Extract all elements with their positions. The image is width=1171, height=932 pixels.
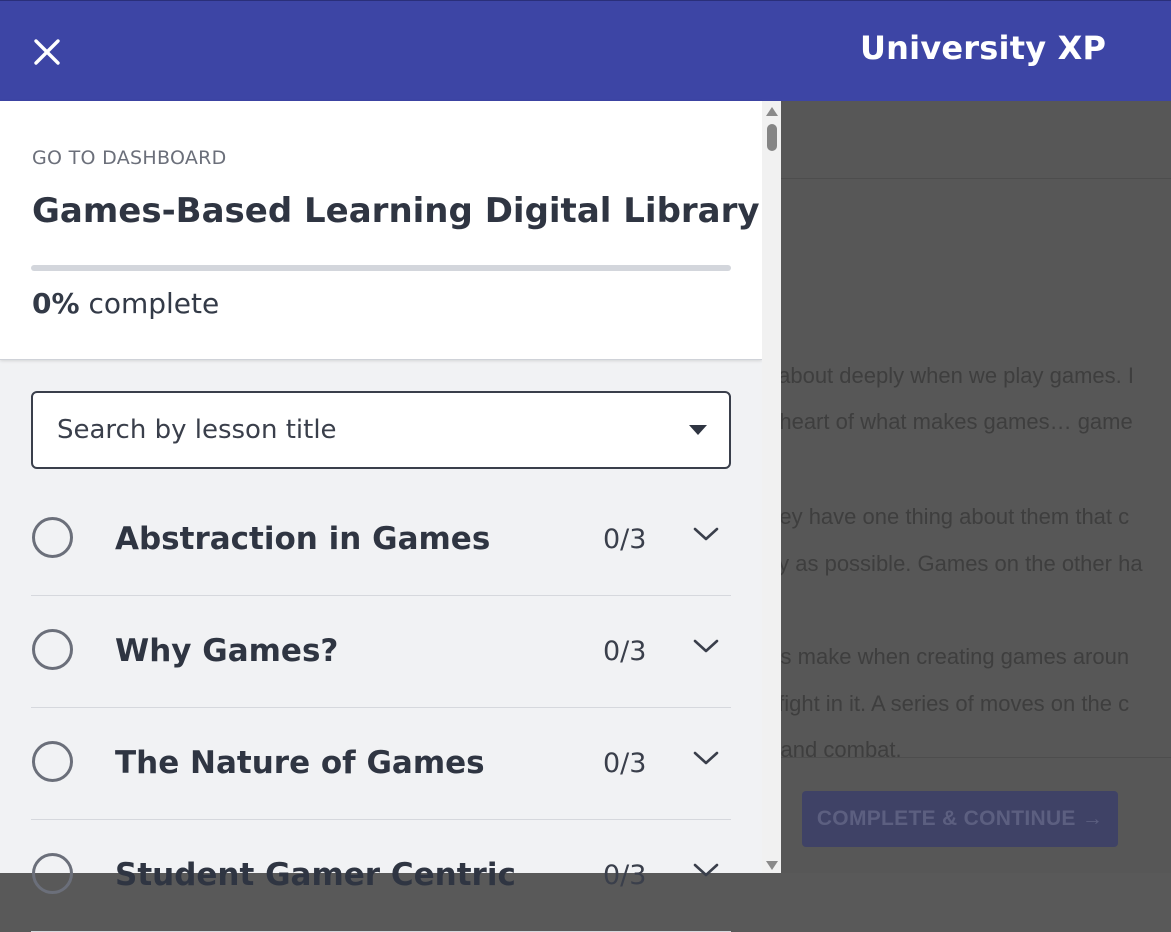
progress-percent: 0% — [32, 287, 80, 320]
content-line: -hand combat. — [781, 737, 902, 762]
go-to-dashboard-link[interactable]: GO TO DASHBOARD — [32, 147, 227, 169]
scroll-up-arrow-icon[interactable] — [766, 107, 778, 116]
course-title: Games-Based Learning Digital Library — [32, 191, 760, 231]
content-line: e heart of what makes games… game — [781, 409, 1133, 434]
scroll-thumb[interactable] — [767, 124, 777, 151]
content-line: k about deeply when we play games. I — [781, 363, 1135, 388]
lesson-count: 0/3 — [603, 748, 647, 779]
progress-text: 0% complete — [32, 287, 219, 320]
lesson-list: Abstraction in Games 0/3 Why Games? 0/3 … — [31, 484, 731, 932]
lesson-search-dropdown[interactable] — [31, 391, 731, 469]
course-header: GO TO DASHBOARD Games-Based Learning Dig… — [0, 101, 762, 360]
chevron-down-icon[interactable] — [693, 526, 719, 542]
lesson-item[interactable]: The Nature of Games 0/3 — [31, 708, 731, 820]
lesson-title: Why Games? — [115, 633, 339, 669]
content-line: ers make when creating games aroun — [781, 644, 1130, 669]
lesson-item[interactable]: Student Gamer Centric 0/3 — [31, 820, 731, 932]
lesson-count: 0/3 — [603, 636, 647, 667]
progress-label: complete — [88, 287, 220, 320]
close-button[interactable] — [24, 29, 70, 75]
content-divider — [781, 178, 1171, 179]
close-icon — [34, 39, 60, 65]
chevron-down-icon[interactable] — [693, 750, 719, 766]
incomplete-circle-icon — [32, 629, 73, 670]
lesson-item[interactable]: Why Games? 0/3 — [31, 596, 731, 708]
content-line: y fight in it. A series of moves on the … — [781, 691, 1130, 716]
incomplete-circle-icon — [32, 517, 73, 558]
caret-down-icon — [689, 425, 707, 435]
chevron-down-icon[interactable] — [693, 638, 719, 654]
lesson-item[interactable]: Abstraction in Games 0/3 — [31, 484, 731, 596]
footer-divider — [781, 757, 1171, 758]
sidebar-scrollbar[interactable] — [762, 101, 781, 873]
incomplete-circle-icon — [32, 741, 73, 782]
chevron-down-icon[interactable] — [693, 862, 719, 878]
progress-bar — [31, 265, 731, 271]
search-input[interactable] — [57, 393, 657, 467]
content-line: ely as possible. Games on the other ha — [781, 551, 1143, 576]
scroll-down-arrow-icon[interactable] — [766, 861, 778, 870]
course-sidebar: GO TO DASHBOARD Games-Based Learning Dig… — [0, 101, 781, 932]
brand-title: University XP — [860, 29, 1107, 67]
lesson-count: 0/3 — [603, 860, 647, 891]
lesson-content-dimmed: k about deeply when we play games. I e h… — [781, 101, 1171, 873]
content-line: they have one thing about them that c — [781, 504, 1130, 529]
incomplete-circle-icon — [32, 853, 73, 894]
lesson-title: The Nature of Games — [115, 745, 485, 781]
complete-continue-button: COMPLETE & CONTINUE → — [802, 791, 1118, 847]
lesson-title: Student Gamer Centric — [115, 857, 516, 893]
top-bar: University XP — [0, 0, 1171, 101]
lesson-title: Abstraction in Games — [115, 521, 491, 557]
lesson-count: 0/3 — [603, 524, 647, 555]
